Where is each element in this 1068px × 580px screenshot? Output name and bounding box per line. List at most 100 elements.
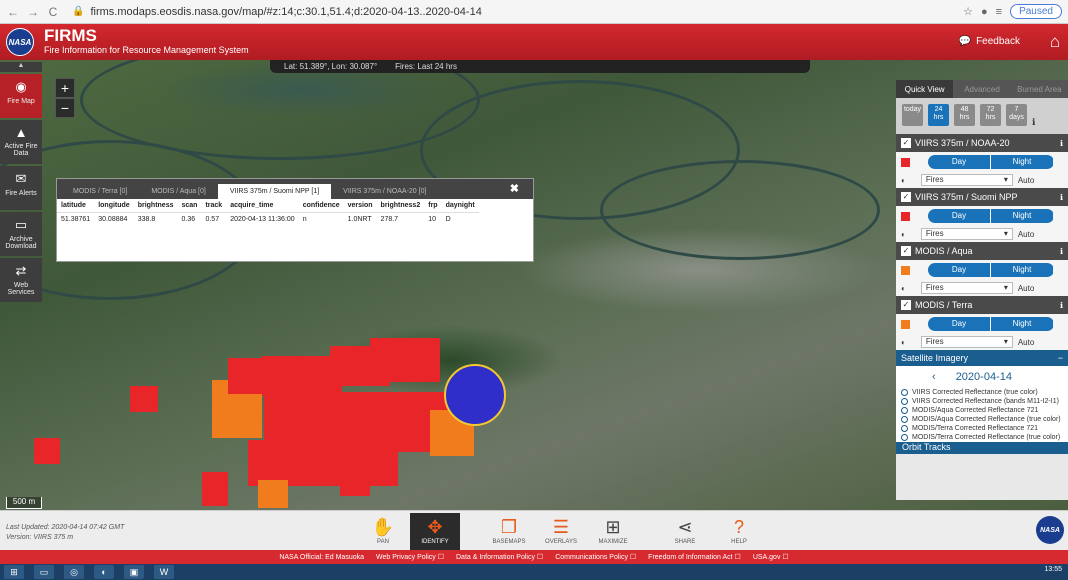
imagery-option[interactable]: MODIS/Terra Corrected Reflectance 721 — [896, 424, 1068, 433]
close-icon[interactable]: ✖ — [510, 182, 519, 195]
nav-fire-alerts[interactable]: ✉ Fire Alerts — [0, 166, 42, 210]
layer-color-swatch[interactable] — [901, 211, 910, 221]
menu-icon[interactable]: ≡ — [996, 6, 1002, 18]
auto-select[interactable]: Auto — [1018, 338, 1034, 347]
checkbox-icon[interactable]: ✓ — [901, 192, 911, 202]
day-button[interactable]: Day — [928, 263, 991, 277]
layer-type-select[interactable]: Fires — [920, 282, 1013, 294]
identify-tool[interactable]: ✥ IDENTIFY — [410, 513, 460, 551]
forward-icon[interactable]: → — [26, 5, 40, 19]
day-button[interactable]: Day — [928, 209, 991, 223]
chevron-left-icon[interactable]: ‹ — [932, 371, 936, 383]
satellite-imagery-header[interactable]: Satellite Imagery − — [896, 350, 1068, 366]
zoom-out-button[interactable]: − — [55, 98, 75, 118]
imagery-option[interactable]: VIIRS Corrected Reflectance (true color) — [896, 388, 1068, 397]
overlays-tool[interactable]: ☰ OVERLAYS — [536, 513, 586, 551]
help-tool[interactable]: ? HELP — [714, 513, 764, 551]
maximize-tool[interactable]: ⊞ MAXIMIZE — [588, 513, 638, 551]
day-button[interactable]: Day — [928, 317, 991, 331]
time-7d-button[interactable]: 7 days — [1006, 104, 1027, 126]
radio-icon[interactable] — [901, 425, 908, 432]
nav-fire-map[interactable]: ◉ Fire Map — [0, 74, 42, 118]
pan-tool[interactable]: ✋ PAN — [358, 513, 408, 551]
info-icon[interactable]: ℹ — [1032, 117, 1035, 128]
checkbox-icon[interactable]: ✓ — [901, 300, 911, 310]
nav-active-fire-data[interactable]: ▲ Active Fire Data — [0, 120, 42, 164]
night-button[interactable]: Night — [991, 155, 1054, 169]
imagery-option[interactable]: MODIS/Aqua Corrected Reflectance (true c… — [896, 415, 1068, 424]
tab-quick-view[interactable]: Quick View — [896, 80, 954, 98]
word-icon[interactable]: W — [154, 565, 174, 579]
layer-type-select[interactable]: Fires — [920, 228, 1013, 240]
radio-icon[interactable] — [901, 407, 908, 414]
radio-icon[interactable] — [901, 389, 908, 396]
extension-icon[interactable]: ● — [981, 6, 988, 18]
layer-color-swatch[interactable] — [901, 265, 910, 275]
orbit-tracks-header[interactable]: Orbit Tracks — [896, 442, 1068, 454]
opacity-icon[interactable]: ◐ — [901, 338, 906, 347]
time-24h-button[interactable]: 24 hrs — [928, 104, 949, 126]
footer-link[interactable]: USA.gov ☐ — [753, 553, 789, 561]
opacity-icon[interactable]: ◐ — [901, 284, 906, 293]
feedback-button[interactable]: 💬 Feedback — [959, 36, 1020, 47]
auto-select[interactable]: Auto — [1018, 284, 1034, 293]
time-today-button[interactable]: today — [902, 104, 923, 126]
day-button[interactable]: Day — [928, 155, 991, 169]
table-row[interactable]: 51.38761 30.08884 338.8 0.36 0.57 2020-04-13 … — [57, 213, 479, 227]
auto-select[interactable]: Auto — [1018, 176, 1034, 185]
tab-modis-aqua[interactable]: MODIS / Aqua [0] — [139, 184, 217, 199]
nasa-footer-logo[interactable]: NASA — [1036, 516, 1064, 544]
nav-archive-download[interactable]: ▭ Archive Download — [0, 212, 42, 256]
layer-header[interactable]: ✓ MODIS / Aqua ℹ — [896, 242, 1068, 260]
opacity-icon[interactable]: ◐ — [901, 176, 906, 185]
radio-icon[interactable] — [901, 416, 908, 423]
night-button[interactable]: Night — [991, 317, 1054, 331]
address-bar[interactable]: firms.modaps.eosdis.nasa.gov/map/#z:14;c… — [90, 6, 481, 18]
footer-link[interactable]: Data & Information Policy ☐ — [456, 553, 543, 561]
nasa-logo[interactable]: NASA — [6, 28, 34, 56]
time-48h-button[interactable]: 48 hrs — [954, 104, 975, 126]
night-button[interactable]: Night — [991, 209, 1054, 223]
paused-button[interactable]: Paused — [1010, 4, 1062, 19]
layer-header[interactable]: ✓ VIIRS 375m / NOAA-20 ℹ — [896, 134, 1068, 152]
tab-burned-area[interactable]: Burned Area — [1011, 80, 1068, 98]
app-icon[interactable]: ◐ — [94, 565, 114, 579]
layer-type-select[interactable]: Fires — [920, 174, 1013, 186]
basemaps-tool[interactable]: ❐ BASEMAPS — [484, 513, 534, 551]
layer-color-swatch[interactable] — [901, 319, 910, 329]
tab-viirs-suomi[interactable]: VIIRS 375m / Suomi NPP [1] — [217, 184, 332, 199]
info-icon[interactable]: ℹ — [1060, 139, 1063, 148]
star-icon[interactable]: ☆ — [963, 5, 973, 18]
imagery-option[interactable]: MODIS/Aqua Corrected Reflectance 721 — [896, 406, 1068, 415]
night-button[interactable]: Night — [991, 263, 1054, 277]
folder-icon[interactable]: ▭ — [34, 565, 54, 579]
footer-link[interactable]: Freedom of Information Act ☐ — [648, 553, 741, 561]
reload-icon[interactable]: C — [46, 5, 60, 19]
layer-type-select[interactable]: Fires — [920, 336, 1013, 348]
footer-link[interactable]: Communications Policy ☐ — [555, 553, 636, 561]
info-icon[interactable]: ℹ — [1060, 301, 1063, 310]
auto-select[interactable]: Auto — [1018, 230, 1034, 239]
layer-header[interactable]: ✓ VIIRS 375m / Suomi NPP ℹ — [896, 188, 1068, 206]
chrome-icon[interactable]: ◎ — [64, 565, 84, 579]
time-72h-button[interactable]: 72 hrs — [980, 104, 1001, 126]
start-icon[interactable]: ⊞ — [4, 565, 24, 579]
radio-icon[interactable] — [901, 398, 908, 405]
imagery-option[interactable]: VIIRS Corrected Reflectance (bands M11-I… — [896, 397, 1068, 406]
share-tool[interactable]: ⋖ SHARE — [660, 513, 710, 551]
imagery-option[interactable]: MODIS/Terra Corrected Reflectance (true … — [896, 433, 1068, 442]
footer-link[interactable]: NASA Official: Ed Masuoka — [279, 554, 364, 561]
tab-modis-terra[interactable]: MODIS / Terra [0] — [61, 184, 139, 199]
radio-icon[interactable] — [901, 434, 908, 441]
checkbox-icon[interactable]: ✓ — [901, 138, 911, 148]
collapse-up-icon[interactable]: ▲ — [0, 62, 42, 72]
layer-header[interactable]: ✓ MODIS / Terra ℹ — [896, 296, 1068, 314]
opacity-icon[interactable]: ◐ — [901, 230, 906, 239]
info-icon[interactable]: ℹ — [1060, 247, 1063, 256]
collapse-icon[interactable]: − — [1058, 353, 1063, 363]
footer-link[interactable]: Web Privacy Policy ☐ — [376, 553, 444, 561]
tab-viirs-noaa20[interactable]: VIIRS 375m / NOAA-20 [0] — [331, 184, 438, 199]
zoom-in-button[interactable]: + — [55, 78, 75, 98]
info-icon[interactable]: ℹ — [1060, 193, 1063, 202]
back-icon[interactable]: ← — [6, 5, 20, 19]
